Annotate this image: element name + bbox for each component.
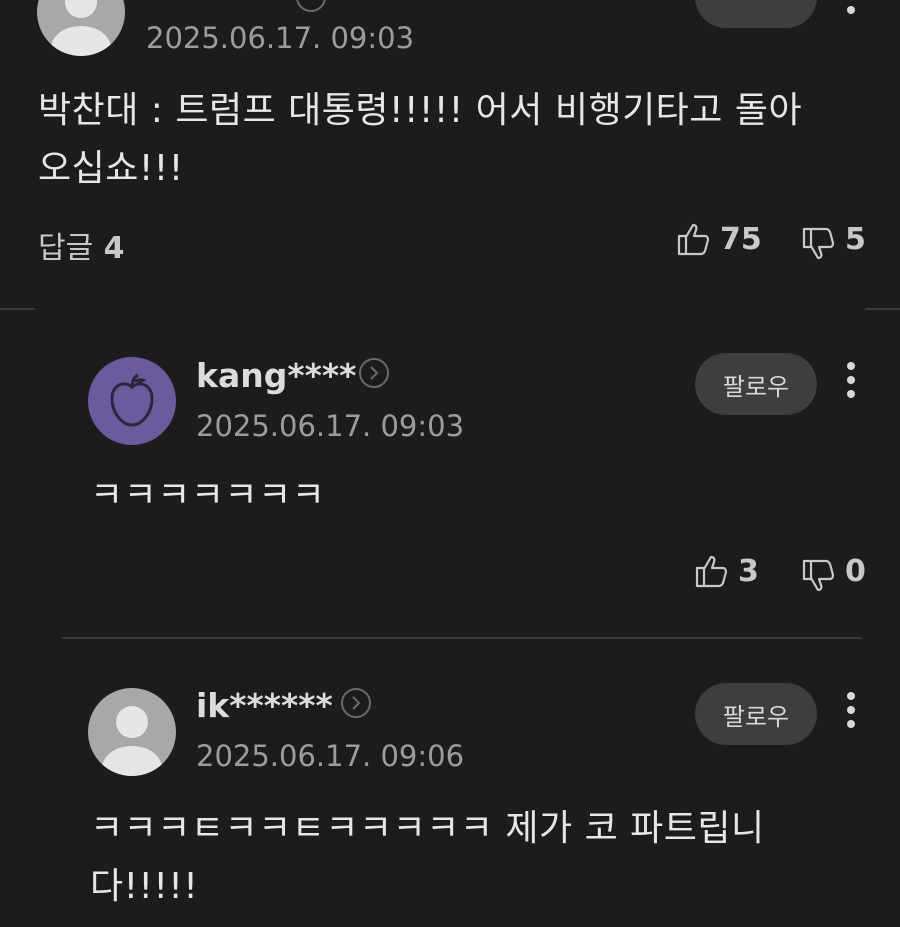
reply-divider bbox=[62, 637, 862, 639]
username[interactable]: kang**** bbox=[196, 356, 356, 395]
comment-text: ㅋㅋㅋㅌㅋㅋㅌㅋㅋㅋㅋㅋ 제가 코 파트립니 다!!!!! bbox=[90, 808, 765, 907]
dislike-count: 5 bbox=[845, 222, 866, 257]
comment-timestamp: 2025.06.17. 09:03 bbox=[146, 21, 415, 55]
follow-button[interactable] bbox=[695, 0, 817, 28]
comment-timestamp: 2025.06.17. 09:06 bbox=[196, 739, 465, 773]
section-divider bbox=[865, 308, 900, 310]
section-divider bbox=[0, 308, 35, 310]
comment-text: 박찬대 : 트럼프 대통령!!!!! 어서 비행기타고 돌아 오십쇼!!! bbox=[38, 90, 803, 189]
comment-text: ㅋㅋㅋㅋㅋㅋㅋ bbox=[90, 475, 326, 516]
thumbs-down-icon[interactable] bbox=[801, 558, 837, 594]
profile-chevron-icon[interactable] bbox=[359, 358, 389, 388]
thumbs-up-icon[interactable] bbox=[694, 553, 730, 589]
more-options-icon[interactable] bbox=[845, 692, 857, 736]
follow-button[interactable]: 팔로우 bbox=[695, 353, 817, 415]
like-count: 75 bbox=[720, 222, 762, 257]
thumbs-up-icon[interactable] bbox=[676, 221, 712, 257]
thumbs-down-icon[interactable] bbox=[801, 226, 837, 262]
more-options-icon[interactable] bbox=[845, 0, 857, 22]
more-options-icon[interactable] bbox=[845, 362, 857, 406]
dislike-count: 0 bbox=[845, 554, 866, 589]
like-count: 3 bbox=[738, 554, 759, 589]
comment-thread: 2025.06.17. 09:03 박찬대 : 트럼프 대통령!!!!! 어서 … bbox=[0, 0, 900, 927]
apple-icon bbox=[110, 373, 154, 427]
replies-toggle[interactable]: 답글 4 bbox=[38, 223, 125, 267]
username[interactable]: ik****** bbox=[196, 686, 333, 725]
avatar[interactable] bbox=[88, 688, 176, 776]
follow-button[interactable]: 팔로우 bbox=[695, 683, 817, 745]
avatar[interactable] bbox=[88, 357, 176, 445]
profile-chevron-icon[interactable] bbox=[296, 0, 326, 12]
avatar[interactable] bbox=[37, 0, 125, 56]
profile-chevron-icon[interactable] bbox=[341, 688, 371, 718]
comment-timestamp: 2025.06.17. 09:03 bbox=[196, 409, 465, 443]
default-user-icon bbox=[51, 0, 111, 56]
default-user-icon bbox=[102, 706, 162, 776]
